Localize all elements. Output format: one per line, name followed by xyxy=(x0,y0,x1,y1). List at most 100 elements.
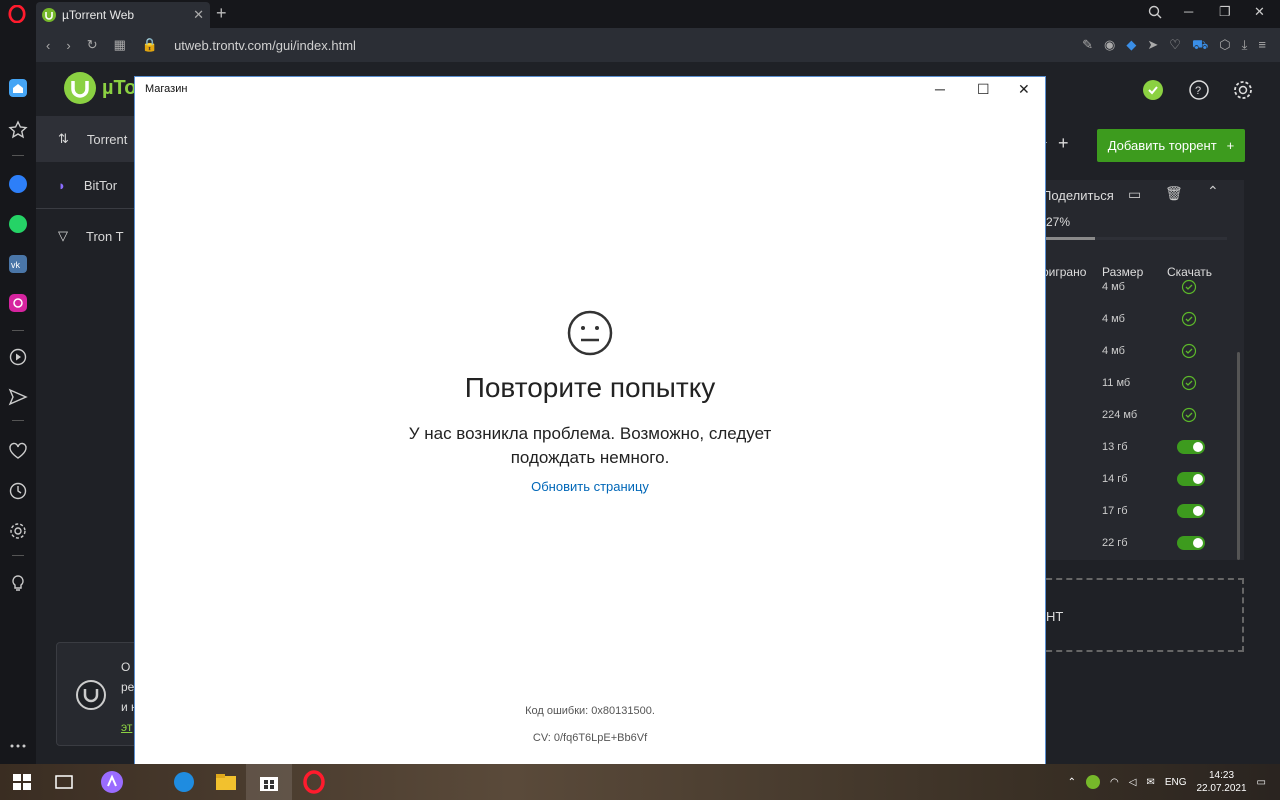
download-icon[interactable]: ⤓ xyxy=(1242,37,1248,55)
lock-icon: 🔒 xyxy=(141,37,159,52)
add-torrent-button[interactable]: Добавить торрент + xyxy=(1097,129,1245,162)
file-size: 14 гб xyxy=(1102,473,1128,485)
sidebar-divider xyxy=(12,155,24,156)
back-icon[interactable]: ‹ xyxy=(46,38,50,53)
minimize-button[interactable]: ─ xyxy=(1184,4,1193,19)
volume-icon[interactable]: ◁ xyxy=(1129,777,1137,788)
download-toggle[interactable] xyxy=(1177,440,1205,454)
store-icon xyxy=(260,777,278,791)
utorrent-pro-icon[interactable] xyxy=(1142,79,1164,101)
download-toggle[interactable] xyxy=(1177,504,1205,518)
alice-assistant-icon[interactable] xyxy=(100,770,124,794)
utorrent-nav: ⇅ Torrent ◗ BitTor ▽ Tron T xyxy=(36,116,136,263)
file-row[interactable]: 14 гб xyxy=(1036,463,1244,495)
neutral-face-icon xyxy=(567,310,613,356)
dialog-minimize-button[interactable]: ─ xyxy=(935,81,945,97)
language-indicator[interactable]: ENG xyxy=(1165,777,1187,788)
close-window-button[interactable]: ✕ xyxy=(1254,4,1265,20)
add-link-button[interactable]: + xyxy=(1058,133,1069,154)
downloaded-check-icon xyxy=(1181,311,1197,327)
opera-logo-icon[interactable] xyxy=(8,5,26,23)
vk-icon[interactable]: vk xyxy=(8,254,28,274)
downloaded-check-icon xyxy=(1181,375,1197,391)
nav-item-tron-tv[interactable]: ▽ Tron T xyxy=(36,209,136,263)
dialog-close-button[interactable]: ✕ xyxy=(1018,81,1030,98)
instagram-icon[interactable] xyxy=(8,293,28,313)
task-view-icon[interactable] xyxy=(52,770,76,794)
collapse-chevron-icon[interactable]: ⌃ xyxy=(1207,183,1219,200)
url-field[interactable]: utweb.trontv.com/gui/index.html xyxy=(174,38,356,53)
file-row[interactable]: 17 гб xyxy=(1036,495,1244,527)
file-size: 13 гб xyxy=(1102,441,1128,453)
settings-gear-icon[interactable] xyxy=(1232,79,1254,101)
history-icon[interactable] xyxy=(8,481,28,501)
file-row[interactable]: 4 мб xyxy=(1036,303,1244,335)
lightbulb-icon[interactable] xyxy=(8,574,28,594)
nav-item-bittorrent[interactable]: ◗ BitTor xyxy=(36,162,136,208)
download-toggle[interactable] xyxy=(1177,536,1205,550)
svg-text:vk: vk xyxy=(11,260,21,270)
drop-zone[interactable] xyxy=(1036,578,1244,652)
drop-zone-text: НТ xyxy=(1046,609,1064,624)
clock-date: 22.07.2021 xyxy=(1196,783,1247,794)
reload-icon[interactable]: ↻ xyxy=(87,37,98,53)
maximize-button[interactable]: ❐ xyxy=(1219,4,1231,20)
dialog-maximize-button[interactable]: ☐ xyxy=(977,81,990,98)
edit-icon[interactable]: ✎ xyxy=(1082,37,1093,55)
heart-icon[interactable] xyxy=(8,441,28,461)
refresh-page-link[interactable]: Обновить страницу xyxy=(135,479,1045,494)
trash-icon[interactable]: 🗑 xyxy=(1165,185,1183,202)
tray-chevron-icon[interactable]: ⌃ xyxy=(1068,777,1076,788)
new-tab-button[interactable]: + xyxy=(216,3,227,24)
file-size: 224 мб xyxy=(1102,409,1138,421)
edge-icon[interactable] xyxy=(172,770,196,794)
correlation-vector: CV: 0/fq6T6LpE+Bb6Vf xyxy=(532,732,648,744)
windows-start-icon[interactable] xyxy=(10,770,34,794)
sidebar-divider xyxy=(12,555,24,556)
cart-icon[interactable]: ⛟ xyxy=(1192,37,1208,55)
nav-item-torrents[interactable]: ⇅ Torrent xyxy=(36,116,136,162)
tab-title: µTorrent Web xyxy=(62,8,135,22)
file-row[interactable]: 11 мб xyxy=(1036,367,1244,399)
error-code: Код ошибки: 0x80131500. xyxy=(525,705,655,717)
player-icon[interactable] xyxy=(8,347,28,367)
speed-dial-icon[interactable]: ▦ xyxy=(114,37,126,53)
file-list-scrollbar[interactable] xyxy=(1237,352,1240,560)
whatsapp-icon[interactable] xyxy=(8,214,28,234)
file-row[interactable]: 13 гб xyxy=(1036,431,1244,463)
tab-close-icon[interactable]: ✕ xyxy=(193,7,204,23)
share-button[interactable]: Поделиться xyxy=(1042,188,1114,203)
cube-icon[interactable]: ⬡ xyxy=(1219,37,1230,55)
file-row[interactable]: 4 мб xyxy=(1036,335,1244,367)
menu-icon[interactable]: ≡ xyxy=(1258,37,1266,55)
file-explorer-icon[interactable] xyxy=(214,770,238,794)
search-tabs-icon[interactable] xyxy=(1148,5,1162,19)
utorrent-tray-icon[interactable] xyxy=(1085,775,1100,789)
download-toggle[interactable] xyxy=(1177,472,1205,486)
folder-icon[interactable]: ▭ xyxy=(1128,186,1141,203)
tron-tv-icon: ▽ xyxy=(58,228,68,243)
settings-icon[interactable] xyxy=(8,521,28,541)
opera-taskbar-icon[interactable] xyxy=(302,770,326,794)
downloaded-check-icon xyxy=(1181,343,1197,359)
messages-icon[interactable]: ✉ xyxy=(1146,777,1154,788)
wifi-icon[interactable]: ◠ xyxy=(1110,777,1119,788)
messenger-icon[interactable] xyxy=(8,174,28,194)
store-taskbar-button[interactable] xyxy=(246,764,292,800)
shield-icon[interactable]: ◆ xyxy=(1126,37,1136,55)
send-icon[interactable] xyxy=(8,387,28,407)
help-icon[interactable]: ? xyxy=(1188,79,1210,101)
heart-icon[interactable]: ♡ xyxy=(1169,37,1181,55)
file-row[interactable]: 224 мб xyxy=(1036,399,1244,431)
file-row[interactable]: 22 гб xyxy=(1036,527,1244,559)
browser-tab[interactable]: µTorrent Web ✕ xyxy=(36,2,210,28)
forward-icon[interactable]: › xyxy=(66,38,70,53)
send-icon[interactable]: ➤ xyxy=(1147,37,1158,55)
camera-icon[interactable]: ◉ xyxy=(1104,37,1115,55)
clock[interactable]: 14:23 22.07.2021 xyxy=(1196,769,1246,795)
star-icon[interactable] xyxy=(8,120,28,140)
more-icon[interactable] xyxy=(8,736,28,756)
notification-center-icon[interactable]: ▭ xyxy=(1257,777,1266,788)
file-row[interactable]: 4 мб xyxy=(1036,271,1244,303)
home-icon[interactable] xyxy=(8,78,28,98)
